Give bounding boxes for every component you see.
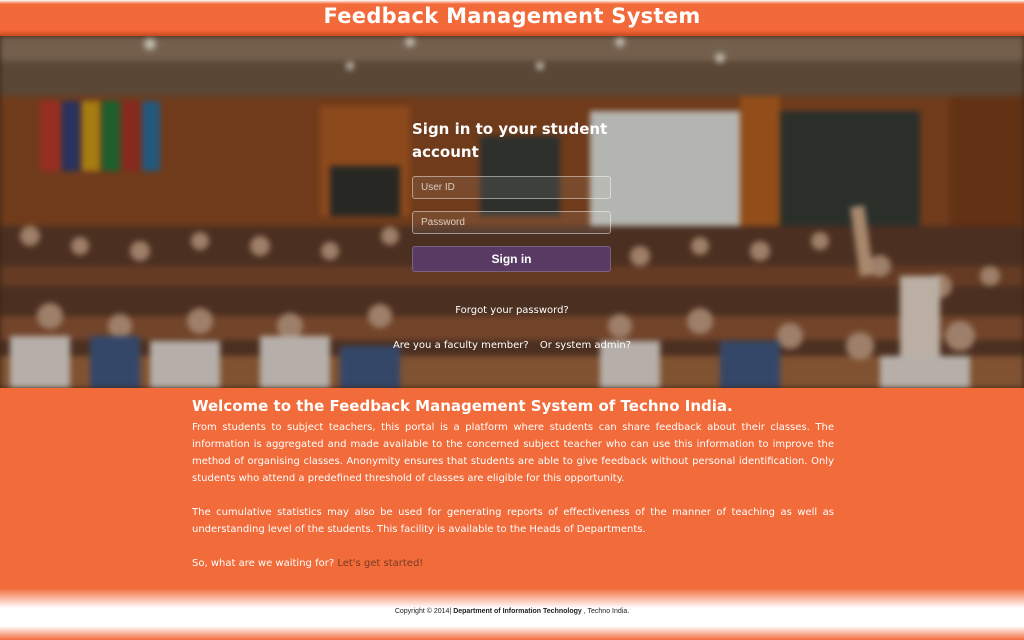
password-input[interactable]: [412, 211, 611, 234]
site-title: Feedback Management System: [323, 4, 701, 28]
userid-input[interactable]: [412, 176, 611, 199]
intro-content: Welcome to the Feedback Management Syste…: [192, 397, 834, 572]
welcome-heading: Welcome to the Feedback Management Syste…: [192, 397, 733, 415]
alternate-login-links: Are you a faculty member? Or system admi…: [0, 340, 1024, 351]
copyright-text: Copyright © 2014| Department of Informat…: [0, 608, 1024, 615]
cta-text: So, what are we waiting for?: [192, 558, 338, 569]
footer: Copyright © 2014| Department of Informat…: [0, 588, 1024, 640]
intro-paragraph-1: From students to subject teachers, this …: [192, 422, 834, 484]
copyright: Copyright © 2014|: [394, 608, 452, 615]
intro-paragraph-2: The cumulative statistics may also be us…: [192, 507, 834, 535]
header: Feedback Management System: [0, 0, 1024, 36]
get-started-link[interactable]: Let's get started!: [337, 558, 423, 569]
admin-login-link[interactable]: Or system admin?: [540, 340, 631, 351]
department-name: Department of Information Technology: [453, 608, 582, 615]
institution-name: , Techno India.: [583, 608, 630, 615]
signin-button[interactable]: Sign in: [412, 246, 611, 272]
faculty-login-link[interactable]: Are you a faculty member?: [393, 340, 529, 351]
forgot-password-link[interactable]: Forgot your password?: [0, 305, 1024, 316]
cta-paragraph: So, what are we waiting for? Let's get s…: [192, 555, 834, 572]
login-title: Sign in to your student account: [412, 120, 608, 161]
